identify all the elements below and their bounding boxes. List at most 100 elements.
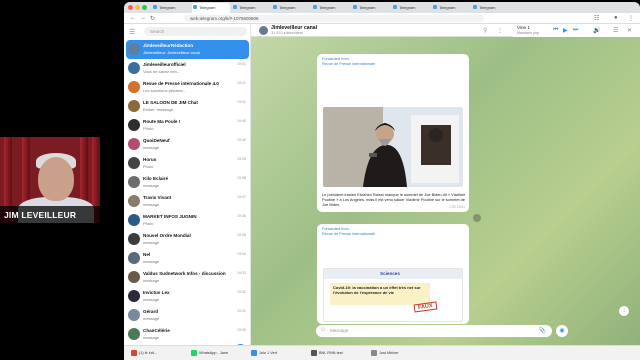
app-icon (131, 350, 137, 356)
browser-tab[interactable]: Telegram (432, 3, 470, 13)
browser-tab[interactable]: Telegram (312, 3, 350, 13)
chat-preview: Photo (143, 221, 154, 226)
chat-list-item[interactable]: Horus Photo 19:39 (126, 154, 249, 173)
post-source[interactable]: Revue de Presse internationale (322, 62, 464, 94)
menu-hamburger-icon[interactable]: ☰ (129, 28, 135, 36)
chat-list-item[interactable]: ChanCélérie message 19:30 (126, 325, 249, 344)
chat-name: Kilo Eclairé (143, 176, 169, 181)
chat-list-item[interactable]: Nel message 19:34 (126, 249, 249, 268)
chat-time: 19:35 (237, 233, 246, 237)
browser-tab[interactable]: Telegram (272, 3, 310, 13)
chat-preview: Esther: message (143, 107, 174, 112)
taskbar-item[interactable]: (1) lé lutt... (130, 349, 157, 358)
chat-list-item[interactable]: Gérard message 19:31 (126, 306, 249, 325)
chat-preview: Photo (143, 164, 154, 169)
app-icon (311, 350, 317, 356)
chat-avatar (128, 138, 140, 150)
article-section: Sciences (380, 271, 400, 276)
search-input[interactable]: Search (144, 27, 247, 36)
message-composer[interactable]: ☺ Message 📎 (316, 325, 552, 337)
more-options-icon[interactable]: ⋮ (497, 27, 503, 34)
taskbar-item[interactable]: WhatsApp - Jane (190, 349, 228, 358)
fake-stamp: FAUX (413, 301, 438, 313)
search-icon[interactable]: ⚲ (483, 27, 487, 34)
chat-name: Travis Vivant (143, 195, 172, 200)
attach-icon[interactable]: 📎 (539, 327, 546, 334)
chat-name: LE SALOON DE JIM Chat (143, 100, 198, 105)
taskbar-item[interactable]: Just Mhiner (370, 349, 399, 358)
reload-icon[interactable]: ↻ (150, 15, 155, 22)
chat-avatar (128, 271, 140, 283)
post-source[interactable]: Revue de Presse internationale (322, 232, 464, 258)
browser-tab[interactable]: Telegram (152, 3, 190, 13)
close-window-icon[interactable] (128, 5, 133, 10)
chat-list-item[interactable]: Travis Vivant message 19:37 (126, 192, 249, 211)
scroll-down-icon[interactable]: ↓ (619, 306, 629, 316)
tab-label: Telegram (159, 5, 176, 10)
chat-list-item[interactable]: JimleveilleurRédaction Jimleveilleur: Jim… (126, 40, 249, 59)
emoji-icon[interactable]: ☺ (320, 327, 326, 333)
chat-avatar (128, 309, 140, 321)
browser-tab[interactable]: Telegram (472, 3, 510, 13)
forward-post-icon[interactable] (473, 214, 481, 222)
taskbar: (1) lé lutt... WhatsApp - Jane Jolo 1 Vert… (124, 345, 640, 360)
chat-list-item[interactable]: QuoiDeNeuf message 19:40 (126, 135, 249, 154)
extensions-icon[interactable]: ☷ (594, 15, 599, 22)
taskbar-label: (1) lé lutt... (139, 351, 157, 355)
chat-avatar (128, 214, 140, 226)
article-screenshot[interactable]: Sciences Covid-19: la vaccination a un e… (323, 268, 463, 322)
microphone-icon[interactable]: ◉ (556, 325, 568, 337)
play-icon[interactable]: ▶ (563, 27, 568, 34)
chat-list-item[interactable]: LE SALOON DE JIM Chat Esther: message 19:4… (126, 97, 249, 116)
chat-avatar (128, 176, 140, 188)
app-icon (371, 350, 377, 356)
url-input[interactable]: web.telegram.org/k/#-1076600808 (184, 15, 484, 22)
chat-list-item[interactable]: Route Ma Poule ! Photo 19:40 (126, 116, 249, 135)
browser-tab[interactable]: Telegram (232, 3, 270, 13)
chat-list-item[interactable]: Valdus Sudnetwork Infos - discussion mess… (126, 268, 249, 287)
chat-preview: Photo (143, 126, 154, 131)
chat-time: 19:30 (237, 328, 246, 332)
post-text: Le président iranien Ebrahim Raïssi manq… (322, 192, 466, 207)
volume-icon[interactable]: 🔊 (593, 27, 600, 34)
chat-pane: Jimleveilleur canal 31 970 subscribers ⚲… (251, 24, 640, 358)
browser-tab[interactable]: Telegram (352, 3, 390, 13)
chat-time: 19:40 (237, 138, 246, 142)
chat-name: QuoiDeNeuf (143, 138, 170, 143)
forward-icon[interactable]: → (140, 15, 146, 21)
maximize-window-icon[interactable] (142, 5, 147, 10)
channel-avatar[interactable] (259, 26, 268, 35)
profile-icon[interactable]: ● (614, 15, 618, 21)
chat-list-item[interactable]: Invictus Lex message 19:32 (126, 287, 249, 306)
chat-preview: Les sanctions pénales... (143, 88, 186, 93)
previous-track-icon[interactable]: ⏮ (553, 27, 558, 34)
chat-preview: message (143, 335, 160, 340)
browser-tab[interactable]: Telegram (392, 3, 430, 13)
taskbar-item[interactable]: BNL RNN test (310, 349, 343, 358)
chat-list-item[interactable]: MARKET INFOS JUGNIN Photo 19:36 (126, 211, 249, 230)
next-track-icon[interactable]: ⏭ (573, 27, 578, 34)
chat-list-item[interactable]: Kilo Eclairé message 19:38 (126, 173, 249, 192)
chat-time: 19:36 (237, 214, 246, 218)
chat-list-item[interactable]: Revue de Presse internationale 4.0 Les sa… (126, 78, 249, 97)
minimize-window-icon[interactable] (135, 5, 140, 10)
article-headline: Covid-19: la vaccination a un effet très… (333, 285, 421, 295)
back-icon[interactable]: ← (130, 15, 136, 21)
chat-list-item[interactable]: Jimleveilleurofficiel Vous ne savez rien.… (126, 59, 249, 78)
post-photo[interactable] (323, 107, 463, 187)
chat-list-item[interactable]: Nouvel Ordre Mondial message 19:35 (126, 230, 249, 249)
chat-time: 19:34 (237, 252, 246, 256)
composer-placeholder: Message (330, 328, 349, 333)
app-icon (191, 350, 197, 356)
taskbar-label: Jolo 1 Vert (259, 351, 277, 355)
menu-icon[interactable]: ⋮ (628, 15, 634, 22)
taskbar-item[interactable]: Jolo 1 Vert (250, 349, 277, 358)
player-subtitle: Mandarin pop (517, 31, 539, 35)
channel-post: Forwarded from Revue de Presse internati… (317, 224, 469, 324)
browser-tab[interactable]: Telegram (192, 3, 230, 13)
close-player-icon[interactable]: ✕ (627, 27, 632, 34)
chat-time: 19:40 (237, 119, 246, 123)
playlist-icon[interactable]: ☰ (613, 27, 618, 34)
chat-preview: message (143, 145, 160, 150)
player-title: Vine 1 (517, 25, 530, 30)
